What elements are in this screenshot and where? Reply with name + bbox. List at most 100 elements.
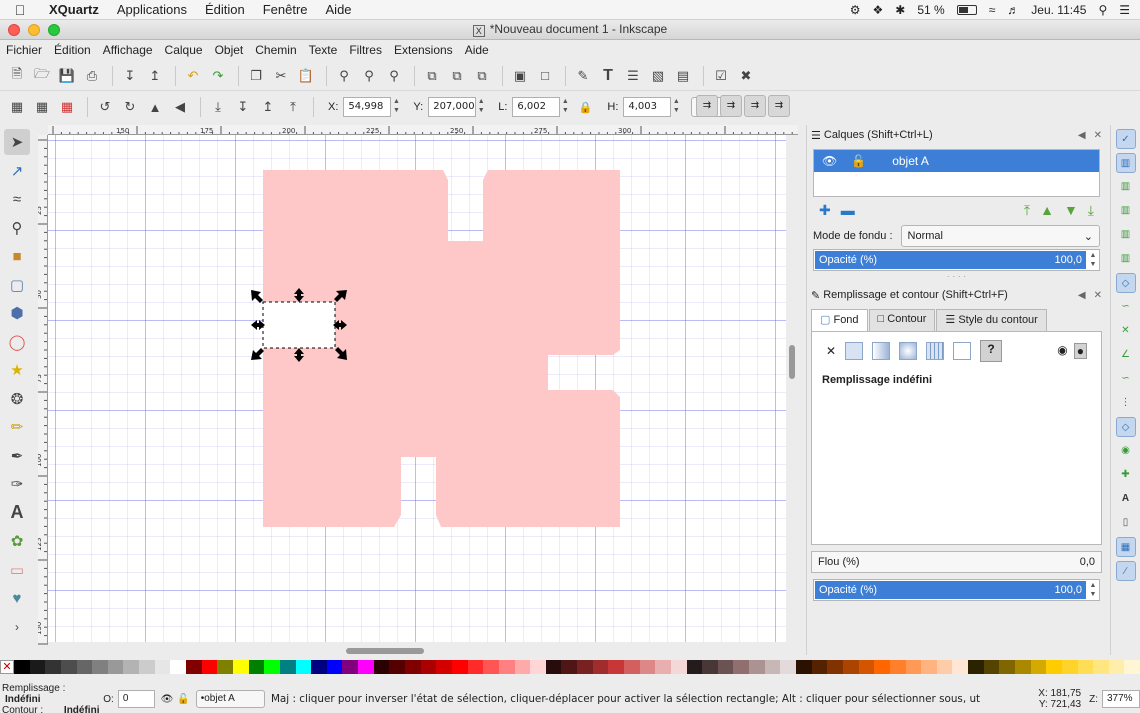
color-swatch[interactable]	[639, 660, 656, 674]
color-swatch[interactable]	[592, 660, 609, 674]
color-swatch[interactable]	[1015, 660, 1031, 674]
color-swatch[interactable]	[279, 660, 296, 674]
raise-top-icon[interactable]: ⤒	[282, 96, 304, 118]
horizontal-scrollbar[interactable]	[48, 644, 786, 656]
color-swatch[interactable]	[139, 660, 155, 674]
undo-icon[interactable]: ↶	[182, 65, 204, 87]
flat-color-icon[interactable]	[845, 342, 864, 360]
color-swatch[interactable]	[874, 660, 890, 674]
flip-vertical-icon[interactable]: ◀	[169, 96, 191, 118]
copy-icon[interactable]: ❐	[245, 65, 267, 87]
flip-horizontal-icon[interactable]: ▲	[144, 96, 166, 118]
blur-field[interactable]: Flou (%) 0,0	[811, 551, 1102, 573]
color-swatch[interactable]	[60, 660, 77, 674]
color-swatch[interactable]	[420, 660, 437, 674]
snap-grid-icon[interactable]: ▦	[1115, 537, 1136, 557]
color-swatch[interactable]	[1030, 660, 1047, 674]
more-tools-chevron-icon[interactable]: ›	[4, 614, 30, 640]
color-swatch[interactable]	[702, 660, 718, 674]
menu-applications[interactable]: Applications	[108, 2, 196, 17]
color-swatch[interactable]	[14, 660, 30, 674]
color-swatch[interactable]	[717, 660, 734, 674]
layers-icon[interactable]: ☰	[622, 65, 644, 87]
volume-icon[interactable]: ♬	[1007, 3, 1019, 17]
color-swatch[interactable]	[827, 660, 843, 674]
menu-edition-app[interactable]: Édition	[48, 43, 97, 57]
panel-drag-handle[interactable]: · · · ·	[807, 271, 1106, 285]
color-swatch[interactable]	[1124, 660, 1140, 674]
color-swatch[interactable]	[999, 660, 1015, 674]
color-swatch[interactable]	[295, 660, 312, 674]
scale-stroke-icon[interactable]: ⇉	[696, 95, 718, 117]
color-swatch[interactable]	[1061, 660, 1078, 674]
layer-to-bottom-icon[interactable]: ⤓	[1088, 202, 1094, 219]
tab-contour[interactable]: □ Contour	[868, 309, 936, 331]
color-swatch[interactable]	[1093, 660, 1109, 674]
color-swatch[interactable]	[764, 660, 781, 674]
color-swatch[interactable]	[326, 660, 343, 674]
snap-text-baseline-icon[interactable]: A	[1116, 489, 1136, 509]
pencil-tool-icon[interactable]: ✏	[4, 414, 30, 440]
snap-cusp-icon[interactable]: ∠	[1116, 345, 1136, 365]
blend-mode-select[interactable]: Normal ⌄	[900, 225, 1100, 247]
color-swatch[interactable]	[514, 660, 531, 674]
menu-edition[interactable]: Édition	[196, 2, 254, 17]
color-swatch[interactable]	[170, 660, 187, 674]
lock-ratio-icon[interactable]: 🔒	[574, 96, 596, 118]
window-zoom-button[interactable]	[48, 23, 60, 36]
menu-filtres[interactable]: Filtres	[343, 43, 388, 57]
preferences-icon[interactable]: ✖	[735, 65, 757, 87]
vertical-scrollbar[interactable]	[786, 135, 798, 642]
fill-rule-evenodd-icon[interactable]: ◉	[1057, 343, 1067, 359]
color-swatch[interactable]	[248, 660, 265, 674]
3d-box-tool-icon[interactable]: ⬢	[4, 300, 30, 326]
color-swatch[interactable]	[467, 660, 484, 674]
dropbox-icon[interactable]: ❖	[873, 3, 884, 17]
color-swatch[interactable]	[936, 660, 953, 674]
select-all-layers-icon[interactable]: ▦	[31, 96, 53, 118]
menu-aide[interactable]: Aide	[317, 2, 361, 17]
lower-bottom-icon[interactable]: ⤓	[207, 96, 229, 118]
color-swatch[interactable]	[201, 660, 218, 674]
color-swatch[interactable]	[608, 660, 624, 674]
battery-icon[interactable]	[956, 4, 977, 15]
color-swatch[interactable]	[123, 660, 140, 674]
snap-bbox-edge-icon[interactable]: ▥	[1116, 177, 1136, 197]
sync-icon[interactable]: ⚙	[850, 3, 861, 17]
selected-hole[interactable]	[263, 302, 335, 348]
color-swatch[interactable]	[358, 660, 374, 674]
text-font-icon[interactable]: T	[597, 65, 619, 87]
unset-paint-icon[interactable]: ?	[980, 340, 1003, 362]
align-distribute-icon[interactable]: ▤	[672, 65, 694, 87]
color-swatch[interactable]	[1077, 660, 1094, 674]
color-swatch[interactable]	[217, 660, 233, 674]
panel-close-icon[interactable]: ✕	[1094, 290, 1102, 301]
spray-tool-icon[interactable]: ✿	[4, 528, 30, 554]
snap-path-icon[interactable]: ∽	[1116, 297, 1136, 317]
width-input[interactable]: 6,002	[512, 97, 561, 117]
color-swatch[interactable]	[436, 660, 452, 674]
wifi-icon[interactable]: ≈	[989, 3, 996, 17]
cut-icon[interactable]: ✂	[270, 65, 292, 87]
zoom-tool-icon[interactable]: ⚲	[4, 215, 30, 241]
color-swatch[interactable]	[498, 660, 515, 674]
color-swatch[interactable]	[968, 660, 984, 674]
menu-texte[interactable]: Texte	[303, 43, 344, 57]
save-icon[interactable]: 💾	[56, 65, 78, 87]
export-icon[interactable]: ↥	[144, 65, 166, 87]
snap-others-icon[interactable]: ◇	[1115, 417, 1136, 437]
color-swatch[interactable]	[670, 660, 687, 674]
width-spin-icon[interactable]: ▲ ▼	[560, 97, 570, 117]
status-opacity-input[interactable]: 0	[117, 690, 155, 708]
color-swatch[interactable]	[92, 660, 108, 674]
snap-object-center-icon[interactable]: ◉	[1116, 441, 1136, 461]
color-swatch[interactable]	[733, 660, 750, 674]
visibility-eye-icon[interactable]: 👁	[822, 154, 837, 168]
menu-aide-app[interactable]: Aide	[459, 43, 495, 57]
zoom-drawing-icon[interactable]: ⚲	[358, 65, 380, 87]
menu-fenetre[interactable]: Fenêtre	[254, 2, 317, 17]
object-opacity-slider[interactable]: Opacité (%) 100,0 ▲ ▼	[813, 579, 1100, 601]
no-paint-icon[interactable]: ✕	[826, 344, 836, 358]
group-icon[interactable]: ▣	[509, 65, 531, 87]
menu-extensions[interactable]: Extensions	[388, 43, 459, 57]
